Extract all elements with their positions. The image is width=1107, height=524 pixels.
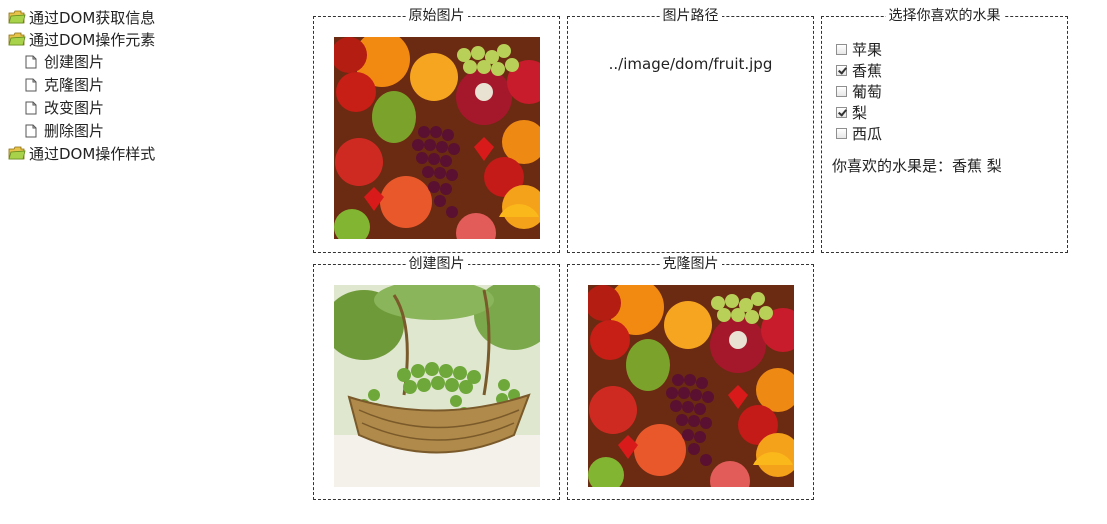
fruit-choice-panel: 选择你喜欢的水果 苹果 香蕉 葡萄 梨 西瓜 你喜欢的水果是：香蕉 梨 xyxy=(821,8,1068,253)
panel-legend: 克隆图片 xyxy=(568,255,813,273)
checkbox[interactable] xyxy=(836,86,847,97)
fruit-option-label: 梨 xyxy=(852,104,868,122)
page: 通过DOM获取信息 通过DOM操作元素 创建图片 克隆图片 改变图片 删除图片 … xyxy=(0,0,1107,524)
grape-basket-image xyxy=(334,285,540,487)
panel-legend: 选择你喜欢的水果 xyxy=(822,7,1067,25)
nav-tree: 通过DOM获取信息 通过DOM操作元素 创建图片 克隆图片 改变图片 删除图片 … xyxy=(8,6,228,164)
panel-legend-text: 创建图片 xyxy=(405,256,468,272)
original-image-panel: 原始图片 xyxy=(313,8,560,253)
tree-item-create-image[interactable]: 创建图片 xyxy=(8,50,228,73)
image-path-text: ../image/dom/fruit.jpg xyxy=(608,55,773,73)
tree-node-label: 通过DOM获取信息 xyxy=(29,8,156,27)
tree-node-manipulate-elements[interactable]: 通过DOM操作元素 xyxy=(8,28,228,50)
fruit-option-banana[interactable]: 香蕉 xyxy=(836,60,882,81)
tree-node-manipulate-styles[interactable]: 通过DOM操作样式 xyxy=(8,142,228,164)
fruit-option-watermelon[interactable]: 西瓜 xyxy=(836,123,882,144)
document-icon xyxy=(25,55,37,69)
tree-item-change-image[interactable]: 改变图片 xyxy=(8,96,228,119)
panel-legend: 原始图片 xyxy=(314,7,559,25)
cloned-image-panel: 克隆图片 xyxy=(567,256,814,500)
fruit-image xyxy=(334,37,540,239)
tree-node-label: 通过DOM操作元素 xyxy=(29,30,156,49)
fruit-option-label: 葡萄 xyxy=(852,83,883,101)
tree-item-delete-image[interactable]: 删除图片 xyxy=(8,119,228,142)
panel-legend-text: 原始图片 xyxy=(405,8,468,24)
fruit-option-label: 苹果 xyxy=(852,41,883,59)
tree-item-label: 删除图片 xyxy=(44,122,105,140)
panel-legend-text: 图片路径 xyxy=(659,8,722,24)
panel-legend-text: 克隆图片 xyxy=(659,256,722,272)
checkbox[interactable] xyxy=(836,44,847,55)
favorite-fruit-result: 你喜欢的水果是：香蕉 梨 xyxy=(832,155,1002,176)
document-icon xyxy=(25,101,37,115)
fruit-checkbox-list: 苹果 香蕉 葡萄 梨 西瓜 xyxy=(836,39,882,144)
tree-item-clone-image[interactable]: 克隆图片 xyxy=(8,73,228,96)
tree-node-get-info[interactable]: 通过DOM获取信息 xyxy=(8,6,228,28)
document-icon xyxy=(25,124,37,138)
fruit-option-apple[interactable]: 苹果 xyxy=(836,39,882,60)
tree-node-label: 通过DOM操作样式 xyxy=(29,144,156,163)
fruit-option-label: 西瓜 xyxy=(852,125,883,143)
fruit-option-pear[interactable]: 梨 xyxy=(836,102,882,123)
checkbox[interactable] xyxy=(836,107,847,118)
tree-item-label: 克隆图片 xyxy=(44,76,105,94)
checkbox[interactable] xyxy=(836,65,847,76)
fruit-option-label: 香蕉 xyxy=(852,62,883,80)
created-image-panel: 创建图片 xyxy=(313,256,560,500)
tree-item-label: 创建图片 xyxy=(44,53,105,71)
checkbox[interactable] xyxy=(836,128,847,139)
panel-legend: 图片路径 xyxy=(568,7,813,25)
fruit-option-grape[interactable]: 葡萄 xyxy=(836,81,882,102)
panel-legend: 创建图片 xyxy=(314,255,559,273)
fruit-image xyxy=(588,285,794,487)
document-icon xyxy=(25,78,37,92)
favorite-result-prefix: 你喜欢的水果是： xyxy=(832,157,953,175)
favorite-result-value: 香蕉 梨 xyxy=(952,157,1002,175)
tree-item-label: 改变图片 xyxy=(44,99,105,117)
panel-legend-text: 选择你喜欢的水果 xyxy=(885,8,1004,24)
folder-icon xyxy=(8,9,26,25)
folder-icon xyxy=(8,145,26,161)
image-path-panel: 图片路径 ../image/dom/fruit.jpg xyxy=(567,8,814,253)
folder-open-icon xyxy=(8,31,26,47)
